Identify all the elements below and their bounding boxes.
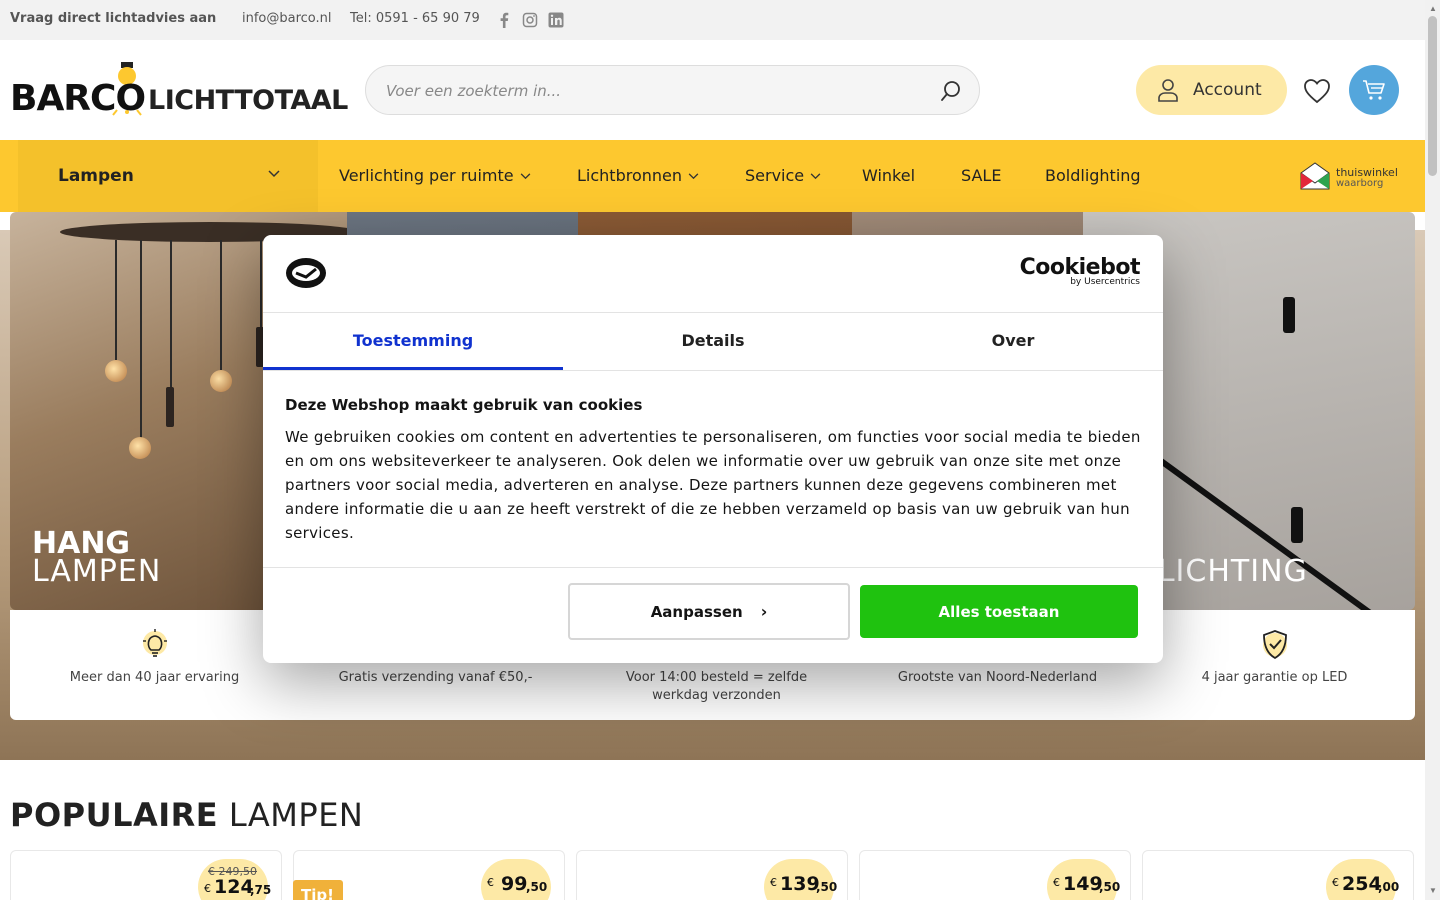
- tab-toestemming[interactable]: Toestemming: [263, 313, 563, 370]
- cookiebot-sub: by Usercentrics: [1070, 277, 1140, 287]
- chevron-right-icon: ›: [760, 602, 768, 621]
- cookie-dialog: Cookiebot by Usercentrics Toestemming De…: [263, 235, 1163, 663]
- cookie-overlay: Cookiebot by Usercentrics Toestemming De…: [0, 0, 1425, 900]
- tab-details[interactable]: Details: [563, 313, 863, 370]
- cookie-body-text: We gebruiken cookies om content en adver…: [285, 428, 1141, 542]
- site-logo-icon: [286, 258, 326, 288]
- customize-button[interactable]: Aanpassen ›: [568, 583, 850, 640]
- cookie-heading: Deze Webshop maakt gebruik van cookies: [285, 396, 643, 414]
- allow-all-button[interactable]: Alles toestaan: [860, 585, 1138, 638]
- divider: [263, 370, 1163, 371]
- customize-label: Aanpassen: [650, 603, 743, 621]
- scroll-down-icon[interactable]: ▼: [1429, 886, 1437, 895]
- divider: [263, 567, 1163, 568]
- cookiebot-logo[interactable]: Cookiebot by Usercentrics: [1020, 255, 1141, 289]
- scrollbar-thumb[interactable]: [1428, 16, 1437, 176]
- scroll-up-icon[interactable]: ▲: [1429, 4, 1437, 13]
- tab-over[interactable]: Over: [863, 313, 1163, 370]
- page-scrollbar[interactable]: ▲ ▼: [1425, 0, 1440, 900]
